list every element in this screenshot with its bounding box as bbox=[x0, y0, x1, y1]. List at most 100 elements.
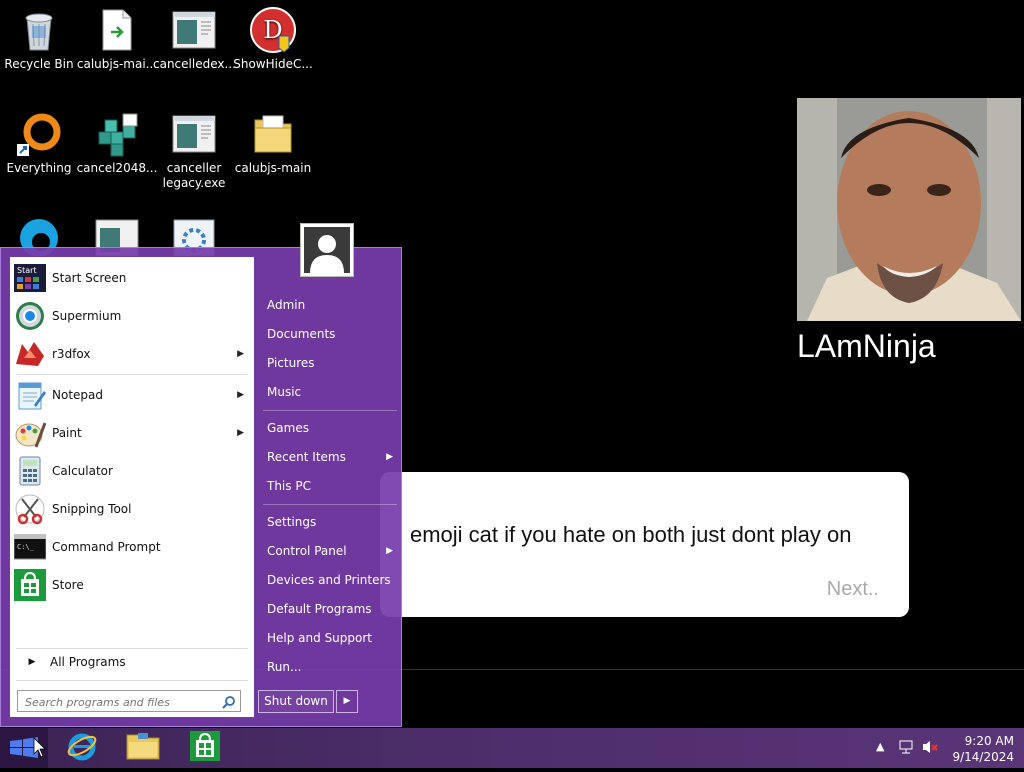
player-photo bbox=[797, 98, 1021, 321]
store-icon bbox=[14, 569, 46, 601]
place-label: Settings bbox=[267, 515, 317, 529]
volume-muted-icon[interactable] bbox=[922, 739, 940, 758]
shutdown-button[interactable]: Shut down bbox=[258, 690, 334, 713]
program-label: r3dfox bbox=[52, 347, 91, 361]
recycle-bin-icon bbox=[15, 6, 63, 54]
place-label: Run... bbox=[267, 660, 302, 674]
place-run[interactable]: Run... bbox=[259, 654, 401, 680]
place-label: Default Programs bbox=[267, 602, 372, 616]
start-menu-programs-pane: Start Start Screen Supermium r3dfox ▶ No… bbox=[9, 256, 255, 718]
dialog-box[interactable]: emoji cat if you hate on both just dont … bbox=[380, 472, 909, 617]
notepad-icon bbox=[14, 379, 46, 411]
taskbar-internet-explorer[interactable] bbox=[54, 728, 110, 768]
place-admin[interactable]: Admin bbox=[259, 292, 401, 318]
program-supermium[interactable]: Supermium bbox=[14, 299, 250, 333]
search-icon[interactable] bbox=[222, 694, 236, 709]
player-name: LAmNinja bbox=[797, 328, 936, 364]
store-icon bbox=[190, 731, 220, 765]
file-icon bbox=[93, 6, 141, 54]
installer-cubes-icon bbox=[93, 110, 141, 158]
calculator-icon bbox=[14, 455, 46, 487]
start-screen-icon: Start bbox=[14, 262, 46, 294]
desktop-icon-cancel2048[interactable]: cancel2048... bbox=[76, 104, 158, 176]
terminal-icon: C:\_ bbox=[14, 531, 46, 563]
place-games[interactable]: Games bbox=[259, 415, 401, 441]
search-input[interactable] bbox=[23, 692, 217, 713]
place-label: Documents bbox=[267, 327, 336, 341]
program-label: Store bbox=[52, 578, 84, 592]
place-control-panel[interactable]: Control Panel ▶ bbox=[259, 538, 401, 564]
desktop-icon-canceller-legacy[interactable]: canceller legacy.exe bbox=[153, 104, 235, 191]
user-account-picture[interactable] bbox=[300, 223, 354, 277]
submenu-arrow-icon: ▶ bbox=[237, 349, 244, 359]
place-default-programs[interactable]: Default Programs bbox=[259, 596, 401, 622]
dialog-next-button[interactable]: Next.. bbox=[827, 578, 879, 601]
folder-icon bbox=[249, 110, 297, 158]
program-paint[interactable]: Paint ▶ bbox=[14, 416, 250, 450]
search-box[interactable] bbox=[17, 690, 241, 713]
program-command-prompt[interactable]: C:\_ Command Prompt bbox=[14, 530, 250, 564]
desktop-icon-recycle-bin[interactable]: Recycle Bin bbox=[0, 0, 80, 72]
place-help-support[interactable]: Help and Support bbox=[259, 625, 401, 651]
program-label: Supermium bbox=[52, 309, 122, 323]
showhide-app-icon: D bbox=[249, 6, 297, 54]
supermium-icon bbox=[14, 300, 46, 332]
program-r3dfox[interactable]: r3dfox ▶ bbox=[14, 337, 250, 371]
separator bbox=[16, 680, 248, 681]
place-label: Games bbox=[267, 421, 309, 435]
program-start-screen[interactable]: Start Start Screen bbox=[14, 261, 250, 295]
place-recent-items[interactable]: Recent Items ▶ bbox=[259, 444, 401, 470]
submenu-arrow-icon: ▶ bbox=[386, 546, 393, 556]
submenu-arrow-icon: ▶ bbox=[386, 452, 393, 462]
separator bbox=[16, 648, 248, 649]
taskbar-store[interactable] bbox=[177, 728, 233, 768]
start-menu: Start Start Screen Supermium r3dfox ▶ No… bbox=[0, 247, 402, 727]
place-label: Recent Items bbox=[267, 450, 346, 464]
separator bbox=[16, 374, 248, 375]
submenu-arrow-icon: ▶ bbox=[237, 390, 244, 400]
program-calculator[interactable]: Calculator bbox=[14, 454, 250, 488]
network-icon[interactable] bbox=[898, 739, 914, 758]
scissors-icon bbox=[14, 493, 46, 525]
program-label: Notepad bbox=[52, 388, 103, 402]
program-label: Command Prompt bbox=[52, 540, 161, 554]
start-button[interactable] bbox=[0, 728, 48, 768]
taskbar-clock[interactable]: 9:20 AM 9/14/2024 bbox=[952, 733, 1014, 765]
internet-explorer-icon bbox=[66, 730, 98, 766]
place-settings[interactable]: Settings bbox=[259, 509, 401, 535]
file-explorer-icon bbox=[126, 731, 160, 765]
clock-date: 9/14/2024 bbox=[952, 750, 1014, 764]
desktop-icon-everything[interactable]: Everything bbox=[0, 104, 80, 176]
place-pictures[interactable]: Pictures bbox=[259, 350, 401, 376]
user-avatar-icon bbox=[304, 227, 350, 273]
desktop-icon-cancelledex[interactable]: cancelledex... bbox=[153, 0, 236, 72]
paint-icon bbox=[14, 417, 46, 449]
svg-text:C:\_: C:\_ bbox=[17, 543, 35, 551]
r3dfox-icon bbox=[14, 338, 46, 370]
program-label: Snipping Tool bbox=[52, 502, 132, 516]
place-music[interactable]: Music bbox=[259, 379, 401, 405]
taskbar-file-explorer[interactable] bbox=[115, 728, 171, 768]
place-label: Control Panel bbox=[267, 544, 347, 558]
program-snipping-tool[interactable]: Snipping Tool bbox=[14, 492, 250, 526]
arrow-right-icon: ▶ bbox=[28, 657, 36, 667]
place-label: Admin bbox=[267, 298, 306, 312]
place-devices-printers[interactable]: Devices and Printers bbox=[259, 567, 401, 593]
app-window-icon bbox=[170, 6, 218, 54]
all-programs-button[interactable]: ▶ All Programs bbox=[14, 651, 250, 673]
desktop-icon-calubjs-file[interactable]: calubjs-mai... bbox=[76, 0, 158, 72]
place-documents[interactable]: Documents bbox=[259, 321, 401, 347]
desktop-icon-showhide[interactable]: D ShowHideC... bbox=[232, 0, 314, 72]
place-this-pc[interactable]: This PC bbox=[259, 473, 401, 499]
start-menu-places-pane: Admin Documents Pictures Music Games Rec… bbox=[259, 248, 401, 726]
desktop-icon-calubjs-folder[interactable]: calubjs-main bbox=[232, 104, 314, 176]
program-store[interactable]: Store bbox=[14, 568, 250, 602]
program-label: Start Screen bbox=[52, 271, 127, 285]
all-programs-label: All Programs bbox=[50, 655, 126, 669]
shutdown-options-arrow-icon[interactable]: ▶ bbox=[336, 690, 358, 713]
place-label: Devices and Printers bbox=[267, 573, 391, 587]
program-notepad[interactable]: Notepad ▶ bbox=[14, 378, 250, 412]
clock-time: 9:20 AM bbox=[964, 734, 1014, 748]
everything-search-icon bbox=[15, 110, 63, 158]
show-hidden-icons-chevron-icon[interactable]: ▲ bbox=[876, 740, 884, 753]
